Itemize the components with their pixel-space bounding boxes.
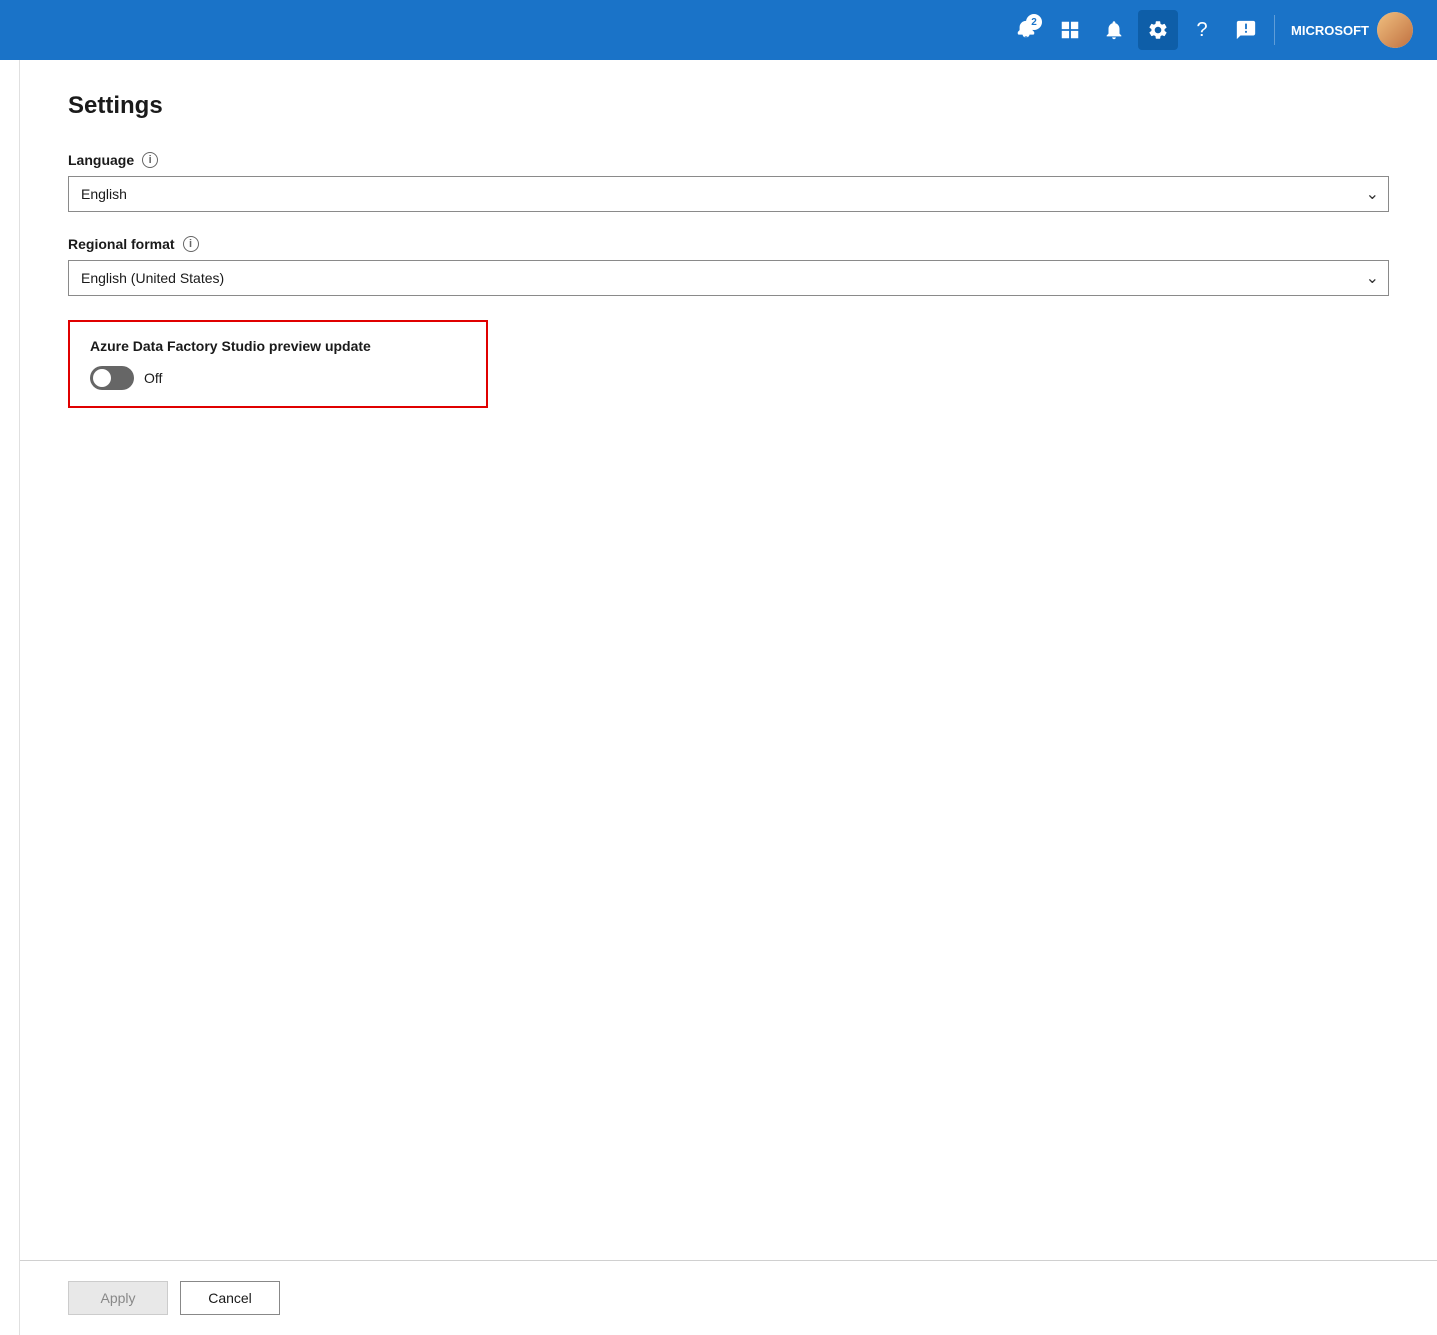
notifications-icon[interactable]: 2 — [1006, 10, 1046, 50]
language-label: Language i — [68, 152, 1389, 168]
regional-format-select[interactable]: English (United States) — [68, 260, 1389, 296]
language-info-icon[interactable]: i — [142, 152, 158, 168]
topbar: 2 ? MICROSOFT — [0, 0, 1437, 60]
help-icon[interactable]: ? — [1182, 10, 1222, 50]
user-label: MICROSOFT — [1291, 23, 1369, 38]
pipeline-icon[interactable] — [1050, 10, 1090, 50]
language-select[interactable]: English — [68, 176, 1389, 212]
toggle-row: Off — [90, 366, 466, 390]
language-group: Language i English ⌄ — [68, 152, 1389, 212]
preview-section-title: Azure Data Factory Studio preview update — [90, 338, 466, 354]
regional-format-label: Regional format i — [68, 236, 1389, 252]
settings-footer: Apply Cancel — [20, 1260, 1437, 1335]
user-menu[interactable]: MICROSOFT — [1283, 12, 1421, 48]
toggle-knob — [93, 369, 111, 387]
regional-format-group: Regional format i English (United States… — [68, 236, 1389, 296]
toggle-state-label: Off — [144, 370, 162, 386]
preview-toggle[interactable] — [90, 366, 134, 390]
topbar-divider — [1274, 15, 1275, 45]
notification-badge: 2 — [1026, 14, 1042, 30]
settings-content: Settings Language i English ⌄ Regional f… — [20, 60, 1437, 1260]
settings-panel: Settings Language i English ⌄ Regional f… — [20, 60, 1437, 1335]
main-container: Settings Language i English ⌄ Regional f… — [0, 60, 1437, 1335]
feedback-icon[interactable] — [1226, 10, 1266, 50]
gear-icon[interactable] — [1138, 10, 1178, 50]
avatar — [1377, 12, 1413, 48]
bell-icon[interactable] — [1094, 10, 1134, 50]
cancel-button[interactable]: Cancel — [180, 1281, 280, 1315]
regional-format-info-icon[interactable]: i — [183, 236, 199, 252]
regional-format-select-wrapper: English (United States) ⌄ — [68, 260, 1389, 296]
language-select-wrapper: English ⌄ — [68, 176, 1389, 212]
preview-update-section: Azure Data Factory Studio preview update… — [68, 320, 488, 408]
settings-title: Settings — [68, 92, 1389, 120]
sidebar-sliver — [0, 60, 20, 1335]
apply-button[interactable]: Apply — [68, 1281, 168, 1315]
